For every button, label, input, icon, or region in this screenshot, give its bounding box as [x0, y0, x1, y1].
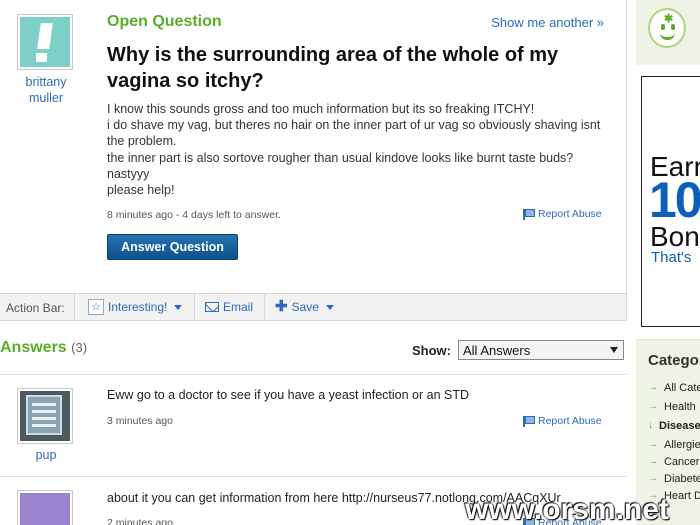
flag-icon — [523, 415, 535, 427]
category-label: Cancer — [664, 456, 700, 468]
arrow-right-icon: → — [648, 439, 658, 450]
plus-icon: ✚ — [275, 298, 288, 315]
exclamation-avatar-icon — [20, 17, 70, 67]
mail-icon — [205, 302, 219, 312]
action-bar-label: Action Bar: — [6, 301, 65, 315]
category-label: All Categories — [664, 382, 700, 394]
question-body-line: the inner part is also sortove rougher t… — [107, 150, 574, 165]
save-button[interactable]: ✚ Save — [275, 298, 334, 315]
question-card: brittany muller Open Question Show me an… — [0, 0, 627, 293]
action-bar: Action Bar: ☆ Interesting! Email ✚ Save — [0, 293, 627, 321]
category-label: Diseases — [659, 420, 700, 432]
sign-photo-avatar-icon — [20, 391, 70, 441]
divider — [0, 476, 627, 477]
category-item[interactable]: → Diabetes — [648, 473, 700, 485]
answer-filter-select[interactable]: All Answers — [458, 340, 624, 360]
answers-heading: Answers (3) — [0, 339, 87, 357]
question-body: I know this sounds gross and too much in… — [107, 101, 612, 198]
star-icon: ☆ — [88, 299, 104, 315]
show-label: Show: — [412, 343, 451, 358]
chevron-down-icon — [174, 304, 183, 310]
category-item[interactable]: → Cancer — [648, 456, 699, 468]
category-item[interactable]: → Allergies — [648, 439, 700, 451]
advertisement[interactable]: Earn 10 Bon That's — [641, 76, 700, 327]
categories-title: Categories — [648, 352, 700, 369]
answers-title: Answers — [0, 339, 67, 356]
report-abuse-label: Report Abuse — [538, 208, 602, 220]
answerer-avatar[interactable] — [17, 388, 73, 444]
flag-icon — [523, 208, 535, 220]
interesting-button[interactable]: ☆ Interesting! — [88, 299, 183, 315]
purple-avatar-icon — [20, 493, 70, 525]
divider — [0, 374, 627, 375]
question-title: Why is the surrounding area of the whole… — [107, 44, 559, 92]
answers-count: (3) — [71, 340, 88, 355]
answer-question-button[interactable]: Answer Question — [107, 234, 238, 260]
question-body-line: please help! — [107, 183, 175, 198]
save-label: Save — [291, 300, 319, 314]
answer-time: 2 minutes ago — [107, 517, 173, 525]
divider — [74, 294, 75, 320]
arrow-right-icon: → — [648, 456, 658, 467]
dropdown-arrow-icon — [610, 347, 618, 353]
category-item[interactable]: → Health — [648, 401, 696, 413]
divider — [264, 294, 265, 320]
answer-time: 3 minutes ago — [107, 415, 173, 427]
answer-filter-value: All Answers — [463, 343, 531, 358]
report-abuse-label: Report Abuse — [538, 415, 602, 427]
smiley-mascot-icon: ✱ — [648, 8, 686, 48]
question-body-line: i do shave my vag, but theres no hair on… — [107, 118, 601, 149]
arrow-right-icon: → — [648, 401, 658, 412]
ad-line: That's — [651, 249, 692, 266]
category-label: Heart D — [664, 490, 700, 502]
category-item-current[interactable]: ↓ Diseases — [648, 420, 700, 432]
report-abuse-link[interactable]: Report Abuse — [523, 415, 602, 427]
category-item[interactable]: → All Categories — [648, 382, 700, 394]
category-label: Diabetes — [664, 473, 700, 485]
show-me-another-link[interactable]: Show me another » — [491, 15, 604, 30]
question-body-line: I know this sounds gross and too much in… — [107, 102, 535, 116]
question-body-line: nastyyy — [107, 166, 150, 181]
chevron-down-icon — [325, 304, 334, 310]
question-meta: 8 minutes ago - 4 days left to answer. — [107, 209, 281, 221]
arrow-down-icon: ↓ — [648, 420, 653, 431]
answerer-avatar[interactable] — [17, 490, 73, 525]
asker-name-link[interactable]: brittany muller — [10, 74, 82, 106]
divider — [194, 294, 195, 320]
answerer-name-link[interactable]: pup — [10, 447, 82, 463]
arrow-right-icon: → — [648, 473, 658, 484]
watermark: www.orsm.net — [465, 493, 669, 525]
interesting-label: Interesting! — [108, 300, 168, 314]
email-label: Email — [223, 300, 254, 314]
category-label: Health — [664, 401, 696, 413]
category-label: Allergies — [664, 439, 700, 451]
email-button[interactable]: Email — [205, 300, 253, 314]
main-column: brittany muller Open Question Show me an… — [0, 0, 627, 525]
answer-text: Eww go to a doctor to see if you have a … — [107, 388, 469, 402]
report-abuse-link[interactable]: Report Abuse — [523, 208, 602, 220]
arrow-right-icon: → — [648, 382, 658, 393]
asker-avatar[interactable] — [17, 14, 73, 70]
question-status: Open Question — [107, 13, 222, 30]
